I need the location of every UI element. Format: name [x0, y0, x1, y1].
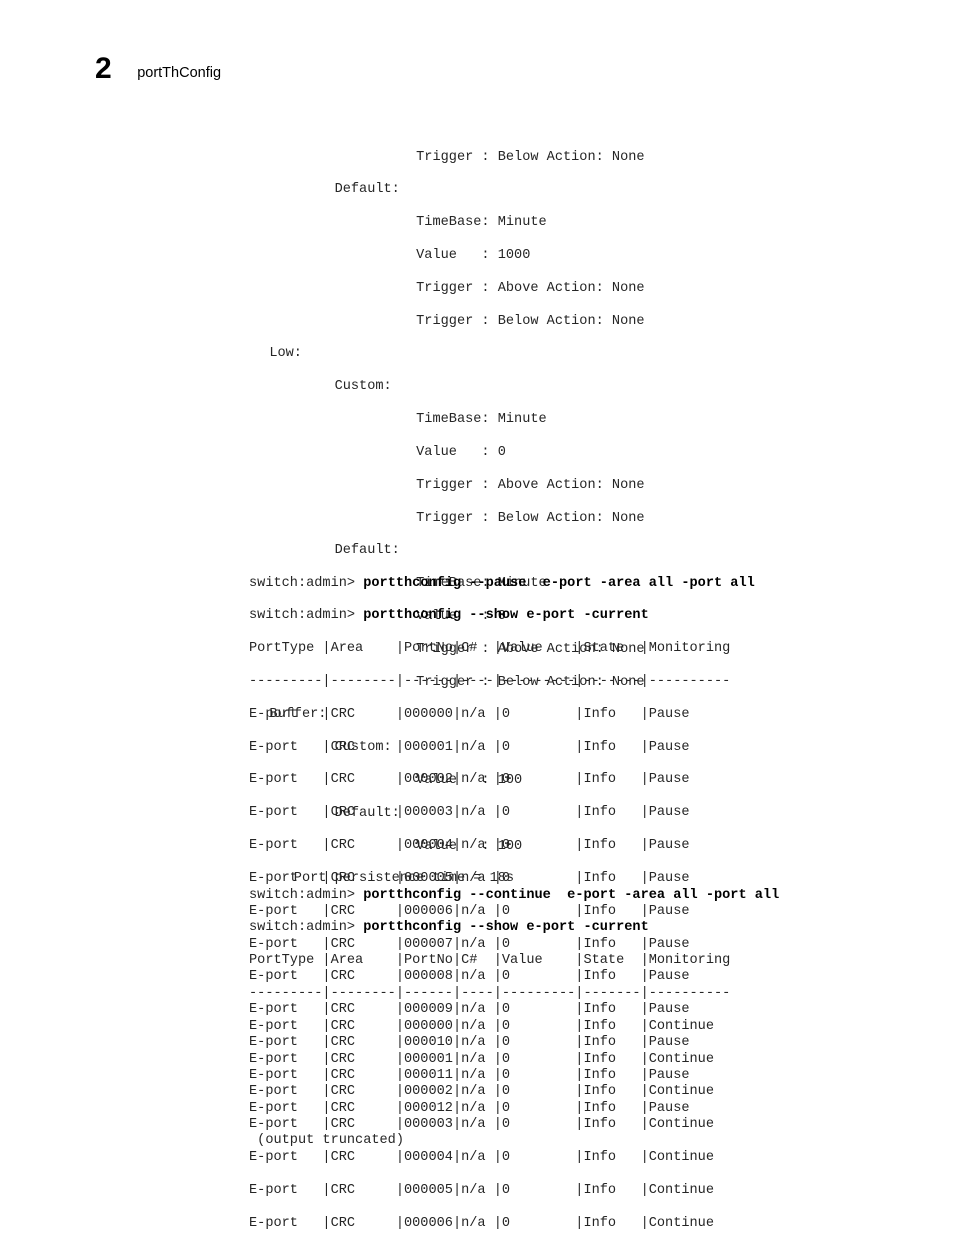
table-row: E-port |CRC |000001|n/a |0 |Info |Contin… — [249, 1051, 714, 1067]
table-header-row: PortType |Area |PortNo|C# |Value |State … — [249, 641, 731, 657]
config-output-line: Trigger : Above Action: None — [253, 280, 645, 296]
table-row: E-port |CRC |000006|n/a |0 |Info |Contin… — [249, 1215, 714, 1231]
chapter-number: 2 — [95, 52, 112, 85]
table-row: E-port |CRC |000005|n/a |0 |Info |Contin… — [249, 1182, 714, 1198]
table-row: E-port |CRC |000005|n/a |0 |Info |Pause — [249, 870, 690, 886]
config-output-line: Trigger : Below Action: None — [253, 510, 645, 526]
table-row: E-port |CRC |000001|n/a |0 |Info |Pause — [249, 739, 690, 755]
config-output-line: Trigger : Above Action: None — [253, 477, 645, 493]
table-row: E-port |CRC |000003|n/a |0 |Info |Pause — [249, 805, 690, 821]
config-output-line: Trigger : Below Action: None — [253, 313, 645, 329]
table-row: E-port |CRC |000004|n/a |0 |Info |Contin… — [249, 1150, 714, 1166]
table-row: E-port |CRC |000000|n/a |0 |Info |Contin… — [249, 1018, 714, 1034]
page-title: portThConfig — [137, 65, 222, 81]
config-output-line: Low: — [253, 346, 302, 362]
table-rule: ---------|--------|------|----|---------… — [249, 986, 731, 1002]
config-output-line: Value : 0 — [253, 444, 506, 460]
config-output-line: TimeBase: Minute — [253, 412, 547, 428]
table-row: E-port |CRC |000002|n/a |0 |Info |Contin… — [249, 1084, 714, 1100]
command-line: switch:admin> portthconfig --continue e-… — [249, 887, 780, 903]
table-header-row: PortType |Area |PortNo|C# |Value |State … — [249, 953, 731, 969]
table-row: E-port |CRC |000004|n/a |0 |Info |Pause — [249, 838, 690, 854]
config-output-line: Custom: — [253, 379, 392, 395]
command-line: switch:admin> portthconfig --pause e-por… — [249, 575, 755, 591]
running-head: 2 portThConfig — [95, 54, 221, 84]
config-output-line: Trigger : Below Action: None — [253, 149, 645, 165]
table-rule: ---------|--------|------|----|---------… — [249, 674, 731, 690]
command-line: switch:admin> portthconfig --show e-port… — [249, 920, 649, 936]
table-row: E-port |CRC |000003|n/a |0 |Info |Contin… — [249, 1117, 714, 1133]
config-output-line: Value : 1000 — [253, 248, 531, 264]
command-line: switch:admin> portthconfig --show e-port… — [249, 608, 649, 624]
table-row: E-port |CRC |000002|n/a |0 |Info |Pause — [249, 772, 690, 788]
continue-session-output-block: switch:admin> portthconfig --continue e-… — [249, 888, 779, 1235]
document-page: 2 portThConfig Trigger : Below Action: N… — [0, 0, 954, 1235]
config-output-line: Default: — [253, 182, 400, 198]
config-output-line: Default: — [253, 543, 400, 559]
config-output-line: TimeBase: Minute — [253, 215, 547, 231]
table-row: E-port |CRC |000000|n/a |0 |Info |Pause — [249, 706, 690, 722]
